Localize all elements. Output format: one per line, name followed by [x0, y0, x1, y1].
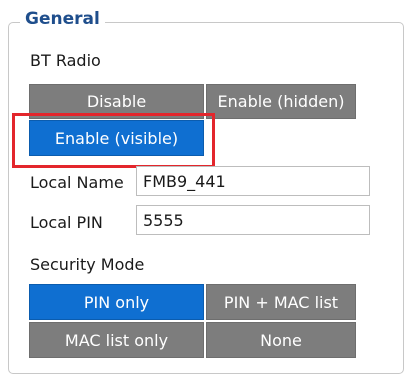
security-none-button[interactable]: None — [206, 322, 356, 358]
security-mac-list-only-button[interactable]: MAC list only — [29, 322, 204, 358]
local-name-input[interactable]: FMB9_441 — [136, 166, 370, 196]
bt-radio-enable-visible-button[interactable]: Enable (visible) — [29, 120, 204, 156]
bt-radio-enable-hidden-button[interactable]: Enable (hidden) — [206, 84, 356, 119]
security-mode-label: Security Mode — [30, 255, 145, 274]
bt-radio-disable-button[interactable]: Disable — [29, 84, 204, 119]
bt-radio-label: BT Radio — [30, 51, 101, 70]
group-title: General — [20, 8, 105, 30]
local-name-label: Local Name — [30, 173, 124, 192]
local-pin-label: Local PIN — [30, 213, 103, 232]
general-settings-panel: General BT Radio Disable Enable (hidden)… — [0, 0, 413, 374]
security-pin-only-button[interactable]: PIN only — [29, 284, 204, 320]
local-pin-input[interactable]: 5555 — [136, 205, 370, 235]
security-pin-mac-list-button[interactable]: PIN + MAC list — [206, 284, 356, 320]
